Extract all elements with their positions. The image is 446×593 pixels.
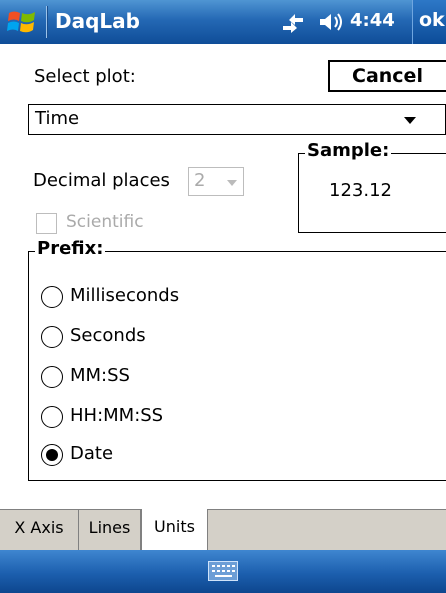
- chevron-down-icon: [227, 180, 237, 186]
- connectivity-icon[interactable]: [280, 11, 306, 33]
- radio-label: Seconds: [70, 325, 146, 346]
- radio-label: Milliseconds: [70, 285, 180, 306]
- radio-button[interactable]: [41, 366, 63, 388]
- title-bar: DaqLab 4:44 ok: [0, 0, 446, 44]
- plot-select[interactable]: Time: [28, 104, 446, 135]
- prefix-group: Prefix: Milliseconds Seconds MM:SS HH:MM…: [28, 238, 446, 481]
- radio-label: MM:SS: [70, 365, 130, 386]
- app-title: DaqLab: [55, 9, 140, 33]
- decimal-places-label: Decimal places: [33, 170, 170, 191]
- tab-units[interactable]: Units: [141, 509, 208, 551]
- keyboard-icon[interactable]: [208, 561, 238, 581]
- menu-bar: [0, 550, 446, 593]
- prefix-title: Prefix:: [35, 238, 106, 259]
- tab-x-axis[interactable]: X Axis: [0, 510, 79, 551]
- radio-button[interactable]: [41, 444, 63, 466]
- scientific-checkbox: [36, 213, 57, 234]
- windows-flag-icon[interactable]: [6, 6, 38, 38]
- ok-button[interactable]: ok: [412, 0, 446, 44]
- tab-strip: X Axis Lines Units: [0, 509, 446, 551]
- tab-lines[interactable]: Lines: [79, 510, 141, 551]
- radio-label: Date: [70, 443, 114, 464]
- chevron-down-icon: [404, 117, 416, 124]
- clock-time[interactable]: 4:44: [350, 10, 395, 31]
- speaker-icon[interactable]: [318, 11, 346, 33]
- scientific-label: Scientific: [66, 212, 144, 232]
- decimal-places-value: 2: [194, 170, 206, 191]
- decimal-places-select: 2: [188, 167, 244, 196]
- sample-title: Sample:: [305, 140, 392, 161]
- cancel-button[interactable]: Cancel: [328, 60, 446, 92]
- radio-button[interactable]: [41, 286, 63, 308]
- radio-button[interactable]: [41, 406, 63, 428]
- select-plot-label: Select plot:: [34, 66, 136, 87]
- plot-select-value: Time: [35, 108, 80, 129]
- title-separator: [46, 6, 48, 38]
- radio-button[interactable]: [41, 326, 63, 348]
- sample-group: Sample: 123.12: [298, 140, 446, 233]
- radio-label: HH:MM:SS: [70, 405, 164, 426]
- sample-value: 123.12: [329, 180, 392, 201]
